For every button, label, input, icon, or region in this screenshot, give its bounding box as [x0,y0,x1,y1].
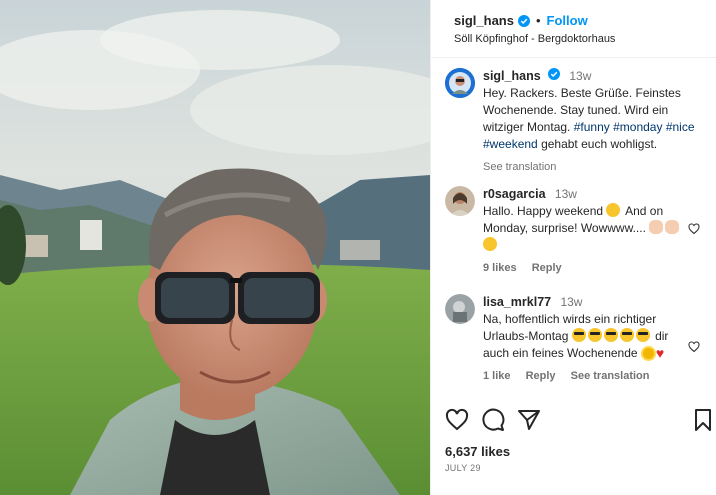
post-date[interactable]: JULY 29 [445,463,481,473]
heart-outline-icon[interactable] [445,408,469,432]
avatar-photo-icon [445,186,475,216]
comment-text: Na, hoffentlich wirds ein richtiger Urla… [483,311,706,362]
hashtag-link[interactable]: #weekend [483,137,538,151]
comment-item: lisa_mrkl77 13w Na, hoffentlich wirds ei… [445,294,706,385]
avatar[interactable] [445,186,475,216]
avatar-portrait-icon [445,68,475,98]
comment-like-heart-icon[interactable] [688,223,700,235]
post-likes-count[interactable]: 6,637 likes [445,444,510,459]
caption-item: sigl_hans 13w Hey. Rackers. Beste Grüße.… [445,68,706,176]
location-link[interactable]: Söll Köpfinghof - Bergdoktorhaus [454,33,716,45]
comment-username[interactable]: r0sagarcia [483,187,546,201]
comment-item: r0sagarcia 13w Hallo. Happy weekend And … [445,186,706,277]
reply-button[interactable]: Reply [526,370,556,382]
sunglasses-emoji-icon [587,328,602,342]
comment-text-part: Hallo. Happy weekend [483,204,604,218]
verified-badge-icon [548,68,561,80]
avatar[interactable] [445,68,475,98]
avatar-photo-icon [445,294,475,324]
sunglasses-emoji-icon [619,328,634,342]
post-sidebar: sigl_hans • Follow Söll Köpfinghof - Ber… [430,0,716,495]
comment-like-heart-icon[interactable] [688,341,700,353]
header-username[interactable]: sigl_hans [454,13,514,28]
caption-text-end: gehabt euch wohligst. [541,137,658,151]
paper-plane-icon[interactable] [517,408,541,432]
reply-button[interactable]: Reply [532,262,562,274]
see-translation-link[interactable]: See translation [483,161,556,173]
post-photo[interactable] [0,0,430,495]
comment-time[interactable]: 13w [555,187,577,201]
sun-emoji-icon [642,348,654,359]
comment-time[interactable]: 13w [560,295,582,309]
post-header: sigl_hans • Follow Söll Köpfinghof - Ber… [431,0,716,58]
comment-bubble-icon[interactable] [481,408,505,432]
post-actions-bar [445,408,716,438]
red-heart-emoji-icon: ♥ [655,345,665,361]
clapping-hands-emoji-icon [649,220,664,234]
caption-username[interactable]: sigl_hans [483,69,541,83]
see-translation-link[interactable]: See translation [571,370,650,382]
smiling-face-emoji-icon [606,203,621,217]
sunglasses-emoji-icon [603,328,618,342]
hashtag-link[interactable]: #monday [613,120,662,134]
comment-text: Hallo. Happy weekend And on Monday, surp… [483,203,706,254]
caption-time[interactable]: 13w [569,69,591,83]
separator-dot: • [535,13,541,28]
caption-text: Hey. Rackers. Beste Grüße. Feinstes Woch… [483,85,706,153]
portrait-image [0,0,430,495]
sunglasses-emoji-icon [571,328,586,342]
bookmark-icon[interactable] [691,408,715,432]
post-view: sigl_hans • Follow Söll Köpfinghof - Ber… [0,0,716,495]
follow-button[interactable]: Follow [547,13,588,28]
smiling-face-emoji-icon [483,237,497,251]
comment-likes[interactable]: 1 like [483,370,511,382]
verified-badge-icon [517,14,530,27]
hashtag-link[interactable]: #nice [666,120,695,134]
avatar[interactable] [445,294,475,324]
comment-username[interactable]: lisa_mrkl77 [483,295,551,309]
comment-likes[interactable]: 9 likes [483,262,517,274]
clapping-hands-emoji-icon [665,220,680,234]
sunglasses-emoji-icon [635,328,650,342]
hashtag-link[interactable]: #funny [574,120,610,134]
comments-list[interactable]: sigl_hans 13w Hey. Rackers. Beste Grüße.… [431,58,716,403]
